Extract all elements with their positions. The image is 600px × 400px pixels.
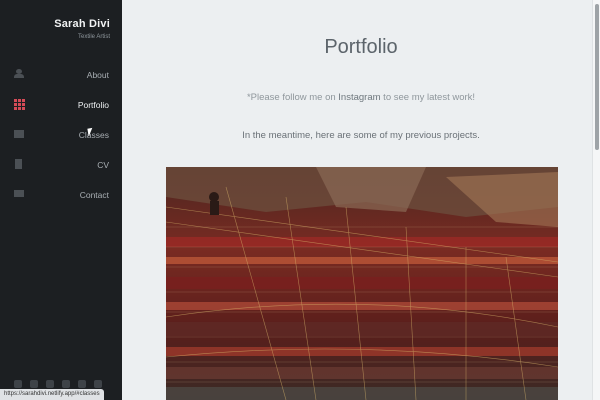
twitter-icon[interactable] [14, 380, 22, 388]
facebook-icon[interactable] [30, 380, 38, 388]
sidebar-item-cv[interactable]: CV [0, 150, 122, 180]
page-scrollbar[interactable] [592, 0, 600, 400]
projects-intro: In the meantime, here are some of my pre… [242, 130, 480, 141]
instagram-notice: *Please follow me on Instagram to see my… [122, 92, 600, 103]
link-preview-url: https://sarahdivi.netlify.app/#classes [0, 389, 104, 400]
youtube-icon[interactable] [78, 380, 86, 388]
portfolio-image[interactable] [166, 167, 558, 400]
instagram-icon[interactable] [62, 380, 70, 388]
notice-suffix: to see my latest work! [380, 92, 476, 103]
sidebar-item-contact[interactable]: Contact [0, 180, 122, 210]
scrollbar-thumb[interactable] [595, 4, 599, 150]
grid-icon [14, 99, 25, 110]
instagram-link[interactable]: Instagram [338, 92, 380, 103]
user-icon [14, 69, 24, 79]
sidebar: Sarah Divi Textile Artist About Portfoli… [0, 0, 122, 400]
brand[interactable]: Sarah Divi Textile Artist [54, 18, 110, 40]
document-icon [14, 159, 24, 169]
page-title: Portfolio [324, 36, 398, 58]
main-content: Portfolio *Please follow me on Instagram… [122, 0, 592, 400]
social-links [14, 380, 102, 388]
book-icon [14, 129, 24, 139]
sidebar-item-classes[interactable]: Classes [0, 120, 122, 150]
email-icon[interactable] [94, 380, 102, 388]
notice-prefix: *Please follow me on [246, 92, 339, 103]
textile-artwork-image [166, 167, 558, 400]
sidebar-item-portfolio[interactable]: Portfolio [0, 90, 122, 120]
sidebar-item-label: About [86, 70, 109, 80]
sidebar-item-label: CV [97, 160, 109, 170]
sidebar-item-about[interactable]: About [0, 60, 122, 90]
sidebar-item-label: Portfolio [77, 100, 109, 110]
tiktok-icon[interactable] [46, 380, 54, 388]
site-subtitle: Textile Artist [77, 34, 110, 40]
site-name[interactable]: Sarah Divi [54, 18, 110, 30]
mouse-cursor [87, 127, 97, 137]
sidebar-item-label: Contact [79, 190, 109, 200]
mail-icon [14, 189, 24, 199]
sidebar-nav: About Portfolio Classes CV Contact [0, 60, 122, 210]
